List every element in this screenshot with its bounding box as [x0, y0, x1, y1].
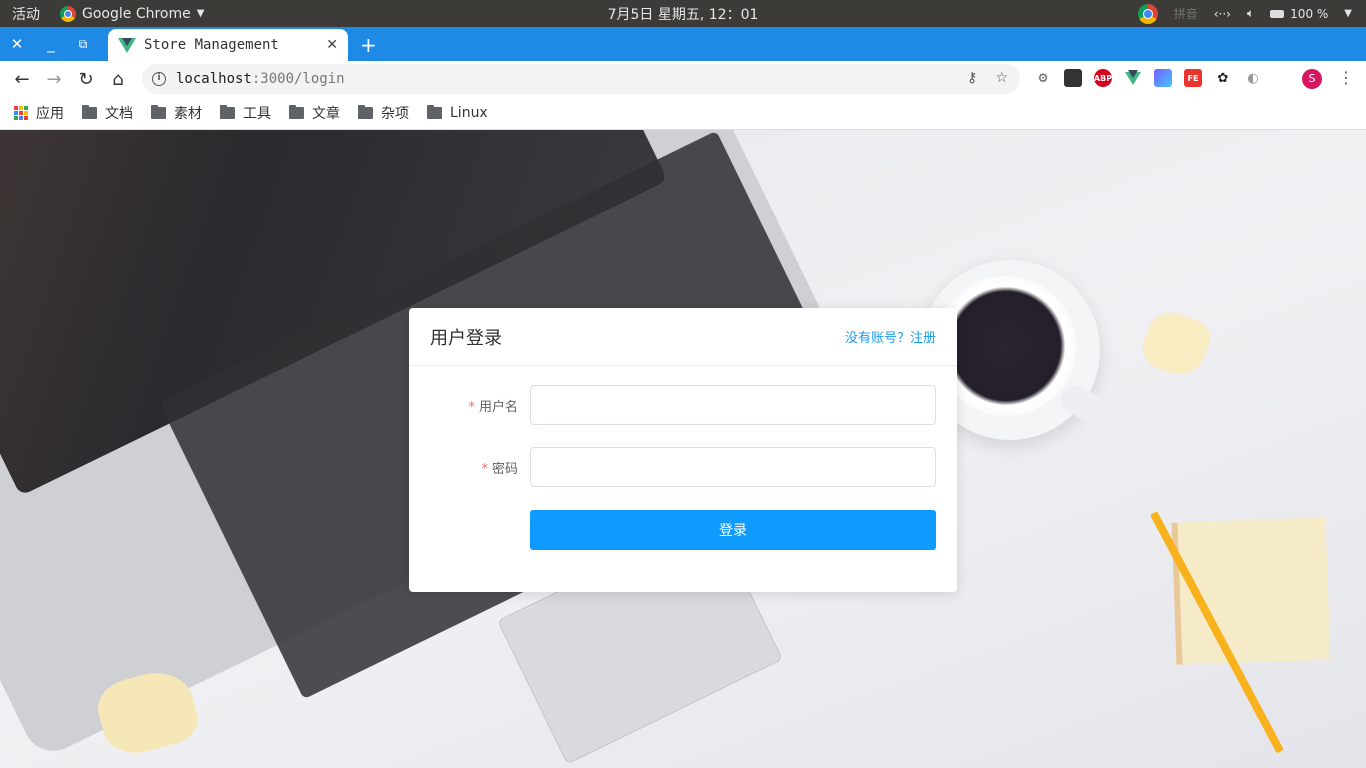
battery-percent: 100 %: [1290, 6, 1329, 21]
username-label: * 用户名: [409, 396, 530, 415]
system-tray[interactable]: 拼音 ‹··› 🔈︎ 100 % ▼: [1137, 0, 1352, 27]
folder-icon: [82, 105, 97, 119]
activities-button[interactable]: 活动: [0, 4, 52, 24]
abp-icon[interactable]: ABP: [1094, 69, 1112, 87]
login-card: 用户登录 没有账号？注册 * 用户名 * 密码 登录: [409, 308, 957, 592]
folder-icon: [358, 105, 373, 119]
tab-close-icon[interactable]: ✕: [326, 37, 338, 53]
login-title: 用户登录: [430, 327, 502, 349]
coffee-cup-shape: [936, 276, 1076, 416]
window-minimize-icon[interactable]: _: [42, 35, 60, 53]
reload-icon[interactable]: ↻: [70, 69, 102, 90]
menu-dots-icon[interactable]: ⋮: [1338, 68, 1354, 87]
bookmark-folder-linux[interactable]: Linux: [427, 105, 488, 121]
bookmarks-bar: 应用 文档 素材 工具 文章 杂项 Linux: [0, 97, 1366, 130]
register-link[interactable]: 没有账号？注册: [845, 327, 936, 346]
chrome-tray-icon[interactable]: [1137, 3, 1158, 24]
bookmark-label: 杂项: [381, 106, 409, 122]
folder-icon: [151, 105, 166, 119]
forward-icon[interactable]: →: [38, 69, 70, 90]
bookmark-label: 文档: [105, 106, 133, 122]
required-mark: *: [468, 399, 475, 415]
cycle-extension-icon[interactable]: ⚙: [1034, 69, 1052, 87]
bookmark-label: Linux: [450, 105, 488, 121]
username-label-text: 用户名: [478, 399, 518, 415]
search-extension-icon[interactable]: ◐: [1244, 69, 1262, 87]
profile-button[interactable]: S: [1302, 69, 1322, 89]
password-input[interactable]: [530, 447, 936, 487]
login-card-header: 用户登录 没有账号？注册: [409, 308, 957, 366]
bookmark-label: 素材: [174, 106, 202, 122]
fe-icon[interactable]: FE: [1184, 69, 1202, 87]
password-label: * 密码: [409, 458, 530, 477]
login-button[interactable]: 登录: [530, 510, 936, 550]
username-row: * 用户名: [409, 385, 957, 425]
bookmark-label: 文章: [312, 106, 340, 122]
folder-icon: [427, 105, 442, 119]
bookmark-label: 工具: [243, 106, 271, 122]
url-text[interactable]: localhost:3000/login: [176, 71, 345, 87]
box-extension-icon[interactable]: [1064, 69, 1082, 87]
system-top-bar: 活动 Google Chrome ▼ 7月5日 星期五, 12：01 拼音 ‹·…: [0, 0, 1366, 27]
back-icon[interactable]: ←: [6, 69, 38, 90]
gradient-extension-icon[interactable]: [1154, 69, 1172, 87]
address-bar[interactable]: i localhost:3000/login ⚷ ☆: [142, 64, 1020, 94]
site-info-icon[interactable]: i: [152, 72, 166, 86]
chrome-icon: [60, 5, 76, 22]
new-tab-icon[interactable]: +: [360, 33, 377, 57]
window-close-icon[interactable]: ✕: [8, 35, 26, 53]
network-icon[interactable]: ‹··›: [1214, 7, 1231, 21]
vue-devtools-logo-icon: [1125, 69, 1141, 85]
keyboard-icon[interactable]: 拼音: [1174, 5, 1198, 22]
required-mark: *: [481, 461, 488, 477]
extensions-area: ⚙ ABP FE ✿ ◐: [1034, 69, 1262, 87]
app-menu[interactable]: Google Chrome ▼: [52, 5, 205, 22]
power-menu-caret-icon[interactable]: ▼: [1344, 8, 1352, 19]
home-icon[interactable]: ⌂: [102, 69, 134, 90]
url-path: :3000/login: [251, 71, 345, 87]
battery-icon: [1270, 9, 1285, 18]
battery-indicator[interactable]: 100 %: [1270, 7, 1328, 21]
bookmark-folder-docs[interactable]: 文档: [82, 103, 133, 123]
vue-logo-icon: [118, 37, 136, 53]
volume-icon[interactable]: 🔈︎: [1247, 6, 1254, 21]
crumpled-paper-shape: [1136, 306, 1216, 382]
bookmark-label: 应用: [36, 106, 64, 122]
key-icon[interactable]: ⚷: [967, 70, 977, 86]
address-bar-actions: ⚷ ☆: [967, 70, 1008, 86]
bookmark-apps[interactable]: 应用: [14, 103, 64, 123]
bookmark-folder-tools[interactable]: 工具: [220, 103, 271, 123]
caret-down-icon: ▼: [196, 8, 205, 19]
app-name: Google Chrome: [82, 5, 191, 22]
sticky-notes-shape: [1177, 517, 1331, 665]
bookmark-folder-misc[interactable]: 杂项: [358, 103, 409, 123]
folder-icon: [220, 105, 235, 119]
apps-grid-icon: [14, 106, 28, 120]
tab-store-management[interactable]: Store Management ✕: [108, 29, 348, 61]
avatar: S: [1302, 69, 1322, 89]
bookmark-folder-assets[interactable]: 素材: [151, 103, 202, 123]
password-label-text: 密码: [491, 461, 518, 477]
username-input[interactable]: [530, 385, 936, 425]
browser-toolbar: ← → ↻ ⌂ i localhost:3000/login ⚷ ☆ ⚙ ABP…: [0, 61, 1366, 97]
vue-devtools-icon[interactable]: [1124, 69, 1142, 87]
url-host: localhost: [176, 71, 252, 87]
gnome-icon[interactable]: ✿: [1214, 69, 1232, 87]
bookmark-folder-articles[interactable]: 文章: [289, 103, 340, 123]
password-row: * 密码: [409, 447, 957, 487]
folder-icon: [289, 105, 304, 119]
tab-title: Store Management: [144, 37, 279, 53]
window-restore-icon[interactable]: ⧉: [74, 37, 92, 52]
tab-strip: ✕ _ ⧉ Store Management ✕ +: [0, 27, 1366, 61]
bookmark-star-icon[interactable]: ☆: [995, 70, 1008, 86]
